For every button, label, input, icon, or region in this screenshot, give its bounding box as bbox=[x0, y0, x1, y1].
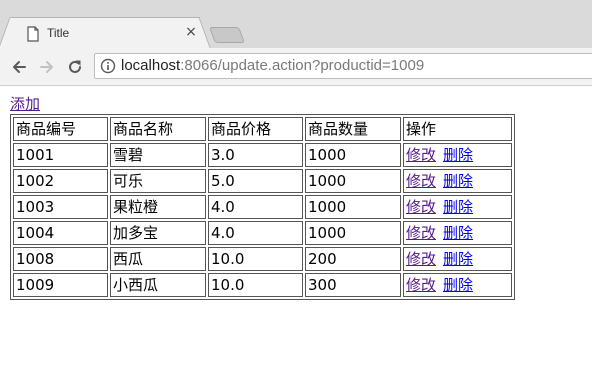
address-url[interactable]: localhost:8066/update.action?productid=1… bbox=[121, 58, 424, 74]
table-row: 1001 雪碧 3.0 1000 修改 删除 bbox=[13, 143, 512, 167]
cell-product-quantity: 200 bbox=[305, 247, 401, 271]
cell-actions: 修改 删除 bbox=[403, 143, 512, 167]
header-cell-actions: 操作 bbox=[403, 117, 512, 141]
add-link[interactable]: 添加 bbox=[10, 95, 40, 113]
cell-product-quantity: 1000 bbox=[305, 195, 401, 219]
delete-link[interactable]: 删除 bbox=[443, 146, 473, 164]
table-row: 1004 加多宝 4.0 1000 修改 删除 bbox=[13, 221, 512, 245]
forward-icon[interactable] bbox=[38, 58, 56, 76]
table-header-row: 商品编号 商品名称 商品价格 商品数量 操作 bbox=[13, 117, 512, 141]
cell-product-price: 4.0 bbox=[208, 195, 303, 219]
cell-product-price: 10.0 bbox=[208, 247, 303, 271]
cell-product-name: 小西瓜 bbox=[110, 273, 206, 297]
document-icon bbox=[27, 26, 39, 42]
new-tab-button[interactable] bbox=[209, 27, 245, 43]
table-row: 1003 果粒橙 4.0 1000 修改 删除 bbox=[13, 195, 512, 219]
cell-product-name: 可乐 bbox=[110, 169, 206, 193]
edit-link[interactable]: 修改 bbox=[406, 224, 436, 242]
cell-actions: 修改 删除 bbox=[403, 169, 512, 193]
cell-product-name: 西瓜 bbox=[110, 247, 206, 271]
cell-product-name: 果粒橙 bbox=[110, 195, 206, 219]
url-host: localhost bbox=[121, 57, 181, 74]
info-icon[interactable] bbox=[100, 58, 116, 74]
cell-product-price: 10.0 bbox=[208, 273, 303, 297]
edit-link[interactable]: 修改 bbox=[406, 146, 436, 164]
cell-product-price: 5.0 bbox=[208, 169, 303, 193]
back-icon[interactable] bbox=[10, 58, 28, 76]
table-row: 1002 可乐 5.0 1000 修改 删除 bbox=[13, 169, 512, 193]
product-table: 商品编号 商品名称 商品价格 商品数量 操作 1001 雪碧 3.0 1000 修改 删除… bbox=[10, 114, 515, 300]
cell-product-id: 1008 bbox=[13, 247, 108, 271]
delete-link[interactable]: 删除 bbox=[443, 172, 473, 190]
cell-product-price: 4.0 bbox=[208, 221, 303, 245]
cell-product-name: 雪碧 bbox=[110, 143, 206, 167]
cell-product-id: 1003 bbox=[13, 195, 108, 219]
url-path: :8066/update.action?productid=1009 bbox=[180, 57, 425, 74]
edit-link[interactable]: 修改 bbox=[406, 276, 436, 294]
cell-product-id: 1002 bbox=[13, 169, 108, 193]
cell-actions: 修改 删除 bbox=[403, 221, 512, 245]
delete-link[interactable]: 删除 bbox=[443, 224, 473, 242]
cell-product-quantity: 300 bbox=[305, 273, 401, 297]
header-cell-quantity: 商品数量 bbox=[305, 117, 401, 141]
cell-product-quantity: 1000 bbox=[305, 221, 401, 245]
cell-actions: 修改 删除 bbox=[403, 195, 512, 219]
cell-product-name: 加多宝 bbox=[110, 221, 206, 245]
header-cell-name: 商品名称 bbox=[110, 117, 206, 141]
close-tab-icon[interactable]: × bbox=[184, 25, 198, 39]
table-row: 1009 小西瓜 10.0 300 修改 删除 bbox=[13, 273, 512, 297]
delete-link[interactable]: 删除 bbox=[443, 250, 473, 268]
table-row: 1008 西瓜 10.0 200 修改 删除 bbox=[13, 247, 512, 271]
cell-product-quantity: 1000 bbox=[305, 169, 401, 193]
edit-link[interactable]: 修改 bbox=[406, 172, 436, 190]
header-cell-price: 商品价格 bbox=[208, 117, 303, 141]
edit-link[interactable]: 修改 bbox=[406, 250, 436, 268]
cell-actions: 修改 删除 bbox=[403, 273, 512, 297]
delete-link[interactable]: 删除 bbox=[443, 198, 473, 216]
delete-link[interactable]: 删除 bbox=[443, 276, 473, 294]
header-cell-id: 商品编号 bbox=[13, 117, 108, 141]
tab-title: Title bbox=[47, 26, 70, 40]
cell-product-price: 3.0 bbox=[208, 143, 303, 167]
cell-product-id: 1001 bbox=[13, 143, 108, 167]
cell-product-id: 1004 bbox=[13, 221, 108, 245]
cell-actions: 修改 删除 bbox=[403, 247, 512, 271]
edit-link[interactable]: 修改 bbox=[406, 198, 436, 216]
cell-product-quantity: 1000 bbox=[305, 143, 401, 167]
reload-icon[interactable] bbox=[66, 58, 84, 76]
cell-product-id: 1009 bbox=[13, 273, 108, 297]
